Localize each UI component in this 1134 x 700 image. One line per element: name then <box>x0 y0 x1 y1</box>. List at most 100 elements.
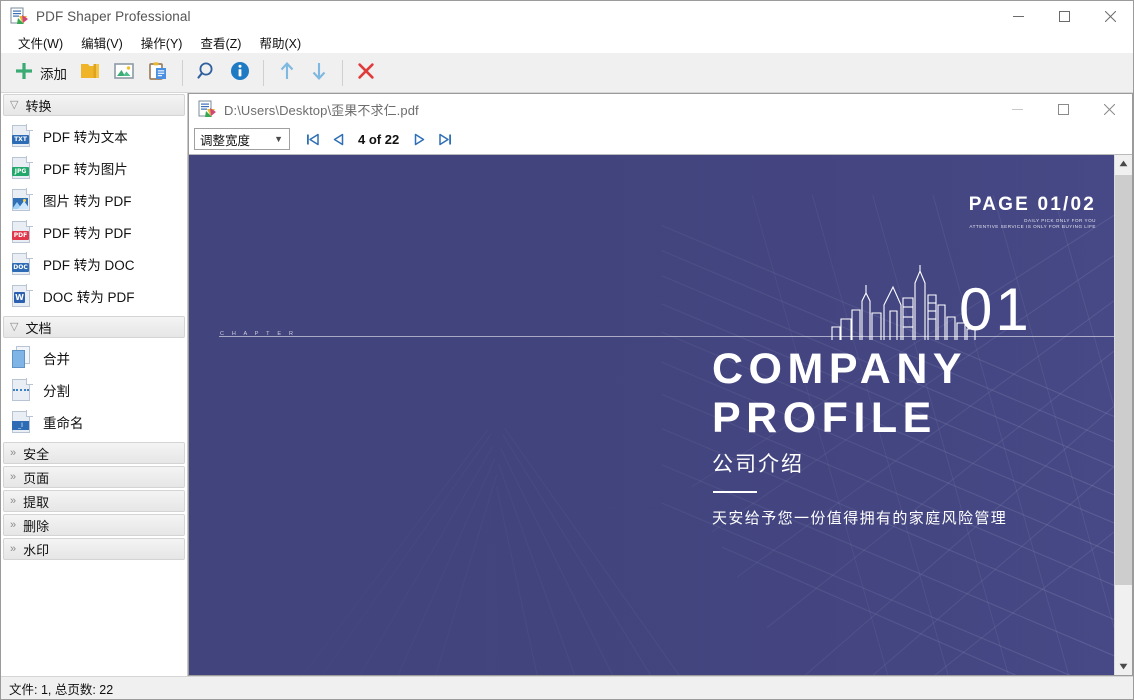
split-icon <box>11 378 33 402</box>
close-button[interactable] <box>1087 1 1133 31</box>
add-button[interactable]: 添加 <box>8 56 73 89</box>
toolbar-separator-1 <box>182 59 183 86</box>
menu-file[interactable]: 文件(W) <box>9 31 72 54</box>
sidebar-item-label: 分割 <box>43 384 70 399</box>
chevron-right-icon: » <box>10 518 17 531</box>
doc-file-icon: DOC <box>11 252 33 276</box>
preview-button[interactable] <box>190 56 224 89</box>
toolbar-separator-3 <box>342 59 343 86</box>
sidebar-item-label: PDF 转为 DOC <box>43 258 135 273</box>
word-file-icon: W <box>11 284 33 308</box>
menu-edit[interactable]: 编辑(V) <box>72 31 132 54</box>
scroll-down-button[interactable] <box>1115 658 1132 675</box>
menu-view[interactable]: 查看(Z) <box>191 31 250 54</box>
page-code-sub2: ATTENTIVE SERVICE IS ONLY FOR BUYING LIF… <box>969 224 1096 229</box>
group-pages-header[interactable]: » 页面 <box>3 466 185 488</box>
menu-help[interactable]: 帮助(X) <box>250 31 310 54</box>
sidebar-item-merge[interactable]: 合并 <box>1 342 187 374</box>
pdf-viewer-window-controls <box>994 94 1132 124</box>
sidebar-item-split[interactable]: 分割 <box>1 374 187 406</box>
toolbar-separator-2 <box>263 59 264 86</box>
menu-bar: 文件(W) 编辑(V) 操作(Y) 查看(Z) 帮助(X) <box>1 31 1133 53</box>
remove-button[interactable] <box>350 56 382 89</box>
arrow-down-icon <box>309 60 329 85</box>
group-convert-items: TXT PDF 转为文本 JPG PDF 转为图片 图片 转为 PDF PDF … <box>1 117 187 315</box>
rename-icon: _I <box>11 410 33 434</box>
sidebar-item-label: PDF 转为文本 <box>43 130 128 145</box>
move-down-button[interactable] <box>303 56 335 89</box>
maximize-button[interactable] <box>1041 1 1087 31</box>
main-window: PDF Shaper Professional 文件(W) 编辑(V) 操作(Y… <box>0 0 1134 700</box>
first-page-button[interactable] <box>299 127 325 151</box>
menu-action[interactable]: 操作(Y) <box>132 31 192 54</box>
window-controls <box>995 1 1133 31</box>
sidebar-item-label: 图片 转为 PDF <box>43 194 132 209</box>
sidebar-item-pdf-to-doc[interactable]: DOC PDF 转为 DOC <box>1 248 187 280</box>
page-indicator: 4 of 22 <box>358 131 400 147</box>
vertical-scroll-track[interactable] <box>1115 172 1132 658</box>
sidebar-item-label: DOC 转为 PDF <box>43 290 135 305</box>
pdf-viewer-title: D:\Users\Desktop\歪果不求仁.pdf <box>224 102 419 118</box>
sidebar-item-pdf-to-image[interactable]: JPG PDF 转为图片 <box>1 152 187 184</box>
pdf-tagline: 天安给予您一份值得拥有的家庭风险管理 <box>712 510 1008 527</box>
magnifier-icon <box>196 61 218 84</box>
sidebar-item-doc-to-pdf[interactable]: W DOC 转为 PDF <box>1 280 187 312</box>
move-up-button[interactable] <box>271 56 303 89</box>
vertical-scroll-thumb[interactable] <box>1115 175 1132 585</box>
pdf-viewer-window: D:\Users\Desktop\歪果不求仁.pdf 调整宽度 ▼ 4 of 2… <box>188 93 1133 676</box>
x-close-icon <box>356 61 376 84</box>
clipboard-icon <box>147 61 169 84</box>
sidebar-item-rename[interactable]: _I 重命名 <box>1 406 187 438</box>
previous-page-button[interactable] <box>325 127 351 151</box>
sidebar-item-label: 合并 <box>43 352 70 367</box>
pdf-viewer-minimize-button[interactable] <box>994 94 1040 124</box>
group-security-header[interactable]: » 安全 <box>3 442 185 464</box>
pdf-viewer-content: PAGE 01/02 DAILY PICK ONLY FOR YOU ATTEN… <box>189 154 1132 675</box>
pdf-subtitle: 公司介绍 <box>712 453 804 476</box>
pdf-file-icon: PDF <box>11 220 33 244</box>
body: ▽︎ 转换 TXT PDF 转为文本 JPG PDF 转为图片 图片 转为 PD… <box>1 93 1133 676</box>
chevron-down-icon: ▽︎ <box>10 320 19 333</box>
chapter-label: C H A P T E R <box>220 331 297 337</box>
chevron-right-icon: » <box>10 494 17 507</box>
chevron-right-icon: » <box>10 542 17 555</box>
last-page-button[interactable] <box>432 127 458 151</box>
pdf-page: PAGE 01/02 DAILY PICK ONLY FOR YOU ATTEN… <box>189 155 1114 675</box>
pdf-viewer-maximize-button[interactable] <box>1040 94 1086 124</box>
sidebar-item-label: 重命名 <box>43 416 84 431</box>
group-delete-header[interactable]: » 删除 <box>3 514 185 536</box>
info-button[interactable] <box>224 56 256 89</box>
sidebar-item-pdf-to-text[interactable]: TXT PDF 转为文本 <box>1 120 187 152</box>
group-watermark-header[interactable]: » 水印 <box>3 538 185 560</box>
sidebar-item-image-to-pdf[interactable]: 图片 转为 PDF <box>1 184 187 216</box>
toolbar: 添加 <box>1 53 1133 93</box>
txt-file-icon: TXT <box>11 124 33 148</box>
folder-icon <box>79 61 101 84</box>
group-convert-header[interactable]: ▽︎ 转换 <box>3 94 185 116</box>
add-image-button[interactable] <box>107 56 141 89</box>
scroll-up-button[interactable] <box>1115 155 1132 172</box>
section-number: 01 <box>959 276 1032 343</box>
zoom-mode-select[interactable]: 调整宽度 ▼ <box>194 128 290 150</box>
pdf-title: COMPANY PROFILE <box>712 345 967 442</box>
pdf-viewer-title-bar: D:\Users\Desktop\歪果不求仁.pdf <box>189 94 1132 124</box>
group-convert-title: 转换 <box>25 98 52 114</box>
app-icon <box>10 7 28 25</box>
sidebar-item-label: PDF 转为图片 <box>43 162 128 177</box>
minimize-button[interactable] <box>995 1 1041 31</box>
add-folder-button[interactable] <box>73 56 107 89</box>
sidebar-item-pdf-to-pdf[interactable]: PDF PDF 转为 PDF <box>1 216 187 248</box>
next-page-button[interactable] <box>406 127 432 151</box>
zoom-mode-value: 调整宽度 <box>200 133 251 148</box>
pdf-title-line1: COMPANY <box>712 345 968 393</box>
pdf-viewer-close-button[interactable] <box>1086 94 1132 124</box>
pdf-page-area: PAGE 01/02 DAILY PICK ONLY FOR YOU ATTEN… <box>189 154 1114 675</box>
group-document-header[interactable]: ▽︎ 文档 <box>3 316 185 338</box>
group-extract-header[interactable]: » 提取 <box>3 490 185 512</box>
mdi-client-area: D:\Users\Desktop\歪果不求仁.pdf 调整宽度 ▼ 4 of 2… <box>188 93 1133 676</box>
vertical-scrollbar[interactable] <box>1114 154 1132 675</box>
paste-button[interactable] <box>141 56 175 89</box>
app-icon <box>198 100 216 118</box>
window-title: PDF Shaper Professional <box>36 8 191 24</box>
plus-icon <box>14 61 34 84</box>
